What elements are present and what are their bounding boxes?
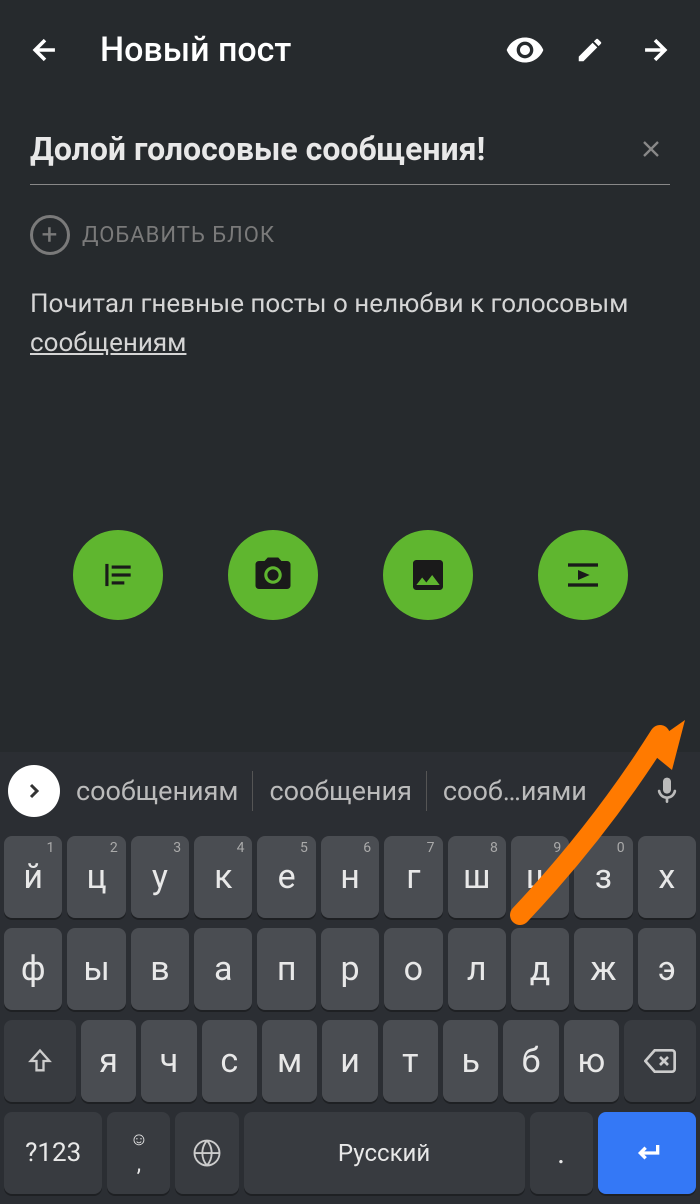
key-п[interactable]: п xyxy=(257,928,315,1010)
keyboard: сообщениям сообщения сооб…иями й1 ц2 у3 … xyxy=(0,752,700,1204)
key-а[interactable]: а xyxy=(194,928,252,1010)
key-row-2: ф ы в а п р о л д ж э xyxy=(4,928,696,1010)
key-т[interactable]: т xyxy=(383,1020,438,1102)
key-ф[interactable]: ф xyxy=(4,928,62,1010)
suggestion-1[interactable]: сообщениям xyxy=(62,771,253,811)
key-й[interactable]: й1 xyxy=(4,836,62,918)
edit-button[interactable] xyxy=(565,25,615,75)
preview-button[interactable] xyxy=(500,25,550,75)
insert-text-button[interactable] xyxy=(73,530,163,620)
backspace-key[interactable] xyxy=(624,1020,696,1102)
key-х[interactable]: х xyxy=(638,836,696,918)
key-м[interactable]: м xyxy=(262,1020,317,1102)
key-е[interactable]: е5 xyxy=(257,836,315,918)
key-ь[interactable]: ь xyxy=(443,1020,498,1102)
add-block-label: ДОБАВИТЬ БЛОК xyxy=(82,223,275,248)
key-row-3: я ч с м и т ь б ю xyxy=(4,1020,696,1102)
key-л[interactable]: л xyxy=(448,928,506,1010)
key-ю[interactable]: ю xyxy=(564,1020,619,1102)
key-ы[interactable]: ы xyxy=(67,928,125,1010)
key-р[interactable]: р xyxy=(321,928,379,1010)
voice-input-button[interactable] xyxy=(642,766,692,816)
expand-suggestions-button[interactable] xyxy=(8,765,60,817)
header: Новый пост xyxy=(0,0,700,100)
key-я[interactable]: я xyxy=(81,1020,136,1102)
suggestion-3[interactable]: сооб…иями xyxy=(429,771,601,811)
post-body-input[interactable]: Почитал гневные посты о нелюбви к голосо… xyxy=(30,285,670,363)
plus-icon: + xyxy=(30,215,70,255)
key-э[interactable]: э xyxy=(638,928,696,1010)
back-button[interactable] xyxy=(20,25,70,75)
key-н[interactable]: н6 xyxy=(321,836,379,918)
period-key[interactable]: . xyxy=(530,1112,593,1194)
post-title-input[interactable]: Долой голосовые сообщения! xyxy=(30,130,632,168)
shift-key[interactable] xyxy=(4,1020,76,1102)
insert-toolbar xyxy=(0,530,700,620)
key-д[interactable]: д xyxy=(511,928,569,1010)
key-ц[interactable]: ц2 xyxy=(67,836,125,918)
key-щ[interactable]: щ9 xyxy=(511,836,569,918)
suggestion-2[interactable]: сообщения xyxy=(255,771,426,811)
key-row-4: ?123 ☺ , Русский . xyxy=(4,1112,696,1194)
key-г[interactable]: г7 xyxy=(384,836,442,918)
space-key[interactable]: Русский xyxy=(244,1112,525,1194)
key-в[interactable]: в xyxy=(131,928,189,1010)
language-key[interactable] xyxy=(175,1112,238,1194)
key-с[interactable]: с xyxy=(202,1020,257,1102)
insert-image-button[interactable] xyxy=(383,530,473,620)
clear-title-button[interactable] xyxy=(632,130,670,176)
key-о[interactable]: о xyxy=(384,928,442,1010)
insert-video-button[interactable] xyxy=(538,530,628,620)
key-з[interactable]: з0 xyxy=(574,836,632,918)
key-и[interactable]: и xyxy=(322,1020,377,1102)
suggestion-bar: сообщениям сообщения сооб…иями xyxy=(0,752,700,830)
insert-camera-button[interactable] xyxy=(228,530,318,620)
emoji-key[interactable]: ☺ , xyxy=(107,1112,170,1194)
numeric-key[interactable]: ?123 xyxy=(4,1112,102,1194)
key-ш[interactable]: ш8 xyxy=(448,836,506,918)
key-ж[interactable]: ж xyxy=(574,928,632,1010)
key-ч[interactable]: ч xyxy=(141,1020,196,1102)
page-title: Новый пост xyxy=(100,30,485,70)
key-к[interactable]: к4 xyxy=(194,836,252,918)
editor-content: Долой голосовые сообщения! + ДОБАВИТЬ БЛ… xyxy=(0,100,700,363)
key-row-1: й1 ц2 у3 к4 е5 н6 г7 ш8 щ9 з0 х xyxy=(4,836,696,918)
key-у[interactable]: у3 xyxy=(131,836,189,918)
forward-button[interactable] xyxy=(630,25,680,75)
add-block-button[interactable]: + ДОБАВИТЬ БЛОК xyxy=(30,215,670,255)
key-б[interactable]: б xyxy=(503,1020,558,1102)
enter-key[interactable] xyxy=(598,1112,696,1194)
